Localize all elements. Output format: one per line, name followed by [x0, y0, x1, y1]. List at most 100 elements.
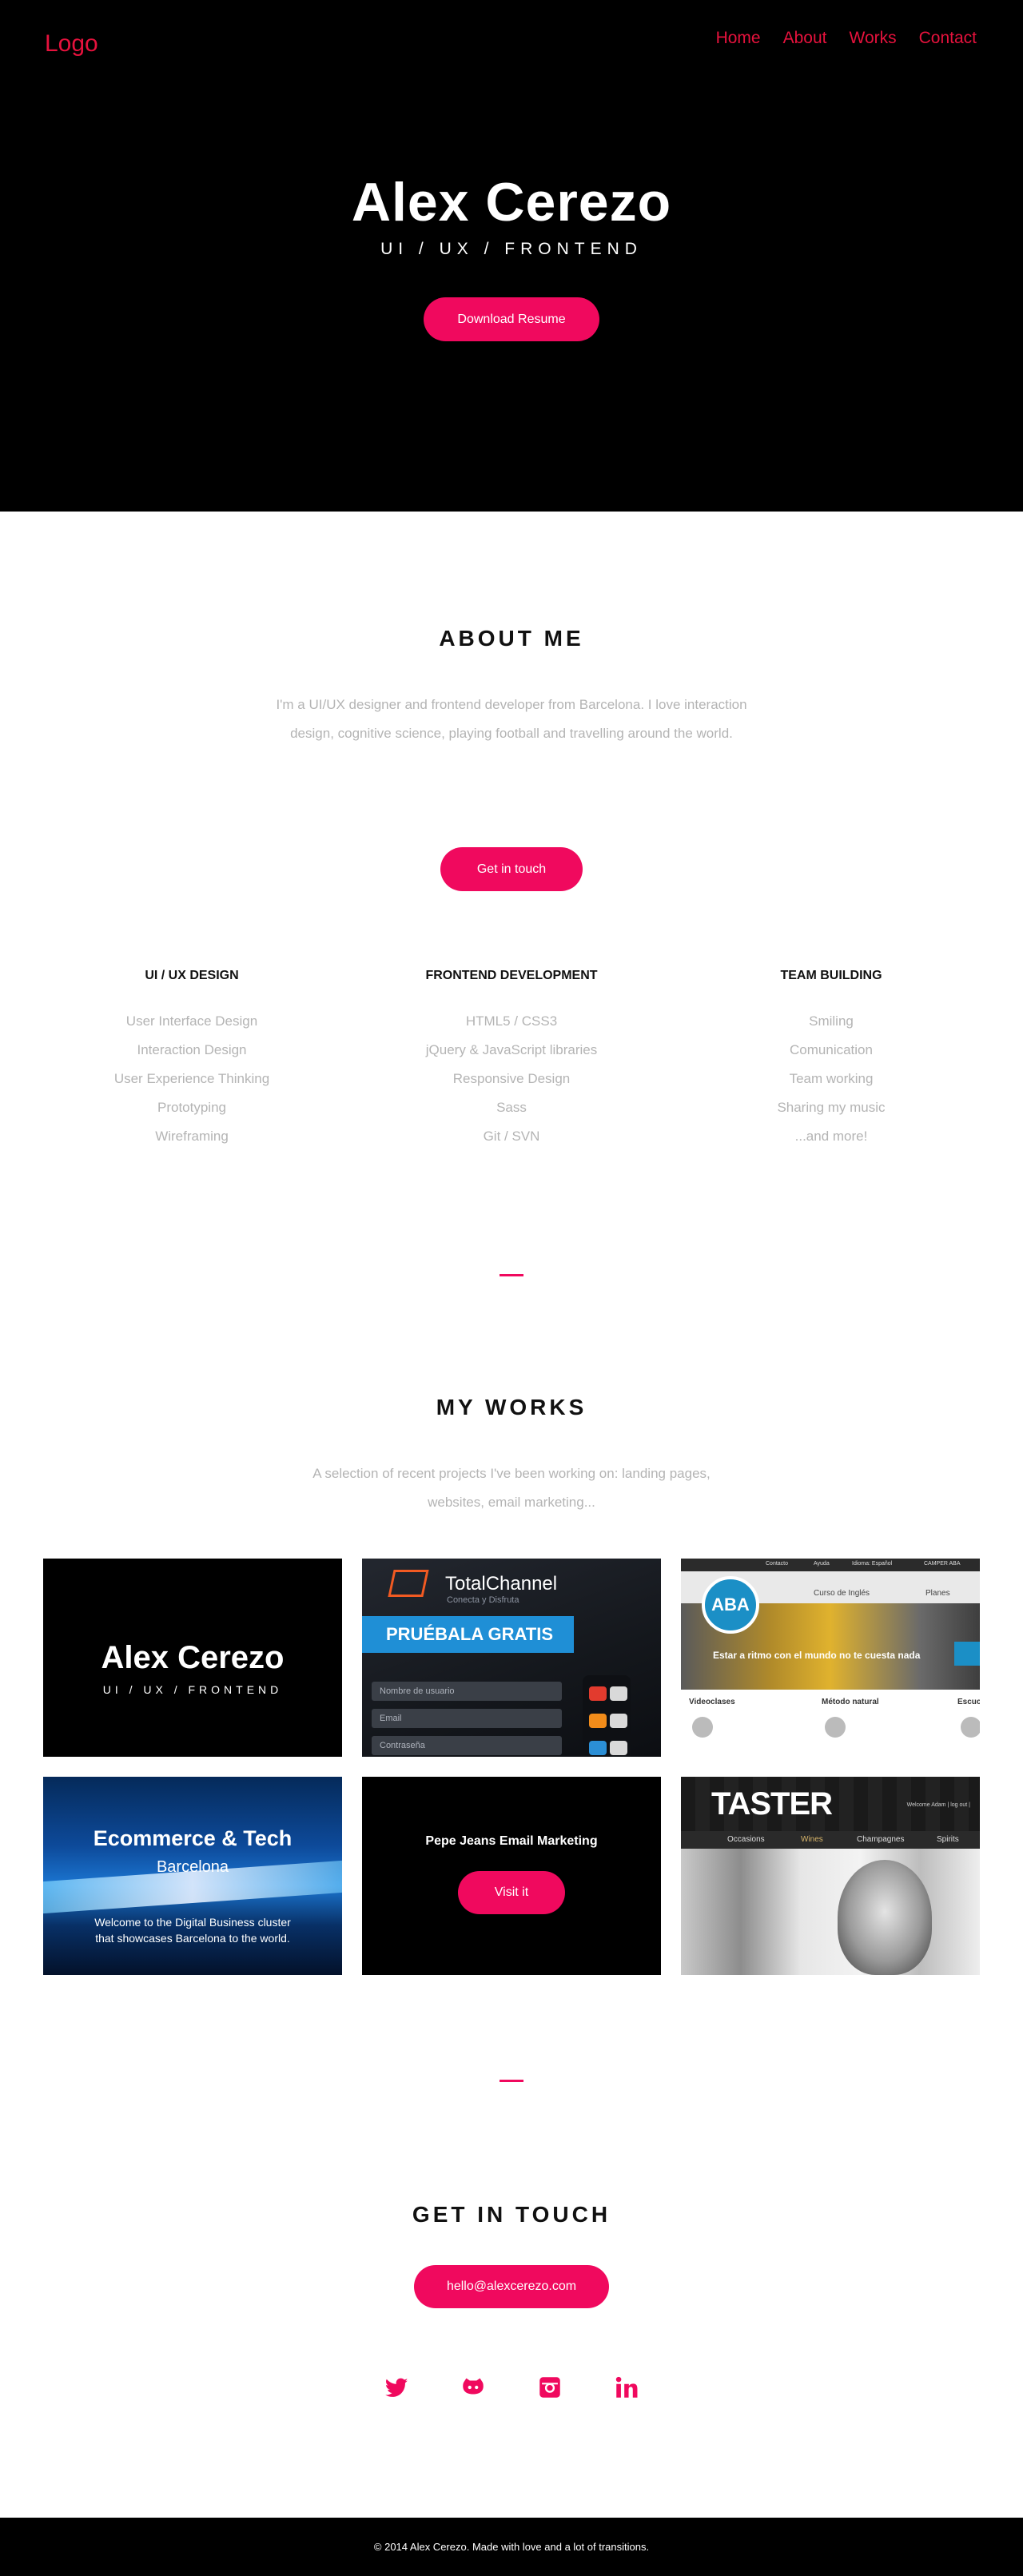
- card-headline: Estar a ritmo con el mundo no te cuesta …: [713, 1650, 921, 1661]
- github-icon[interactable]: [460, 2374, 487, 2401]
- video-icon: [692, 1717, 713, 1738]
- welcome-text: Welcome Adam | log out |: [906, 1802, 970, 1808]
- skill-item: HTML5 / CSS3: [465, 1013, 558, 1029]
- get-in-touch-button[interactable]: Get in touch: [440, 847, 583, 891]
- app-icon: [589, 1686, 607, 1701]
- app-icon: [610, 1741, 627, 1755]
- card-city: Barcelona: [156, 1858, 229, 1876]
- card-description: Welcome to the Digital Business cluster …: [94, 1916, 291, 1945]
- skill-item: Sass: [496, 1100, 527, 1115]
- skill-item: Team working: [789, 1071, 874, 1086]
- menu-item: Planes: [925, 1589, 950, 1598]
- card-banner: PRUÉBALA GRATIS: [362, 1616, 574, 1653]
- card-info-row: Videoclases Método natural Escuc: [681, 1690, 980, 1757]
- blue-tab: [954, 1642, 980, 1666]
- username-field: Nombre de usuario: [372, 1682, 562, 1701]
- skill-column-frontend: FRONTEND DEVELOPMENT HTML5 / CSS3 jQuery…: [352, 969, 671, 1151]
- app-icon: [610, 1714, 627, 1728]
- section-divider: [500, 1274, 523, 1276]
- topbar-link: Idioma: Español: [852, 1561, 893, 1567]
- works-title: MY WORKS: [436, 1395, 587, 1419]
- work-card-portfolio[interactable]: Alex Cerezo UI / UX / FRONTEND: [43, 1559, 342, 1757]
- star-icon: [825, 1717, 846, 1738]
- contact-title: GET IN TOUCH: [412, 2202, 611, 2227]
- app-icons-panel: [583, 1675, 631, 1757]
- tab-champagnes: Champagnes: [857, 1835, 905, 1844]
- skill-item: User Experience Thinking: [113, 1071, 270, 1086]
- skill-item: Sharing my music: [777, 1100, 886, 1115]
- card-title: Ecommerce & Tech: [93, 1826, 293, 1850]
- topbar-link: Contacto: [766, 1561, 789, 1567]
- card-tagline: Conecta y Disfruta: [447, 1595, 519, 1605]
- portrait-photo: [681, 1849, 980, 1975]
- nav-contact[interactable]: Contact: [919, 29, 977, 48]
- social-links: [0, 2374, 1023, 2401]
- work-card-taster[interactable]: TASTER Welcome Adam | log out | Occasion…: [681, 1777, 980, 1975]
- work-card-ecommerce-tech[interactable]: Ecommerce & Tech Barcelona Welcome to th…: [43, 1777, 342, 1975]
- skill-column-uiux: UI / UX DESIGN User Interface Design Int…: [32, 969, 352, 1151]
- mic-icon: [961, 1717, 980, 1738]
- footer-text: © 2014 Alex Cerezo. Made with love and a…: [373, 2541, 650, 2553]
- skill-column-team: TEAM BUILDING Smiling Comunication Team …: [671, 969, 991, 1151]
- tab-spirits: Spirits: [937, 1835, 959, 1844]
- work-card-pepe-jeans[interactable]: Pepe Jeans Email Marketing Visit it: [362, 1777, 661, 1975]
- hero-title: Alex Cerezo: [351, 172, 672, 233]
- skill-item: Smiling: [809, 1013, 854, 1029]
- topbar-link: CAMPER ABA: [924, 1561, 961, 1567]
- info-heading: Escuc: [957, 1698, 980, 1706]
- works-grid: Alex Cerezo UI / UX / FRONTEND TotalChan…: [43, 1559, 980, 1975]
- skill-item: ...and more!: [794, 1129, 868, 1144]
- info-heading: Videoclases: [689, 1698, 735, 1706]
- card-title: Pepe Jeans Email Marketing: [425, 1834, 598, 1848]
- logo[interactable]: Logo: [45, 30, 98, 58]
- tab-wines: Wines: [801, 1835, 823, 1844]
- skill-item: Comunication: [790, 1042, 873, 1057]
- card-brand: TotalChannel: [445, 1573, 558, 1595]
- skill-item: Git / SVN: [483, 1129, 540, 1144]
- about-title: ABOUT ME: [439, 626, 584, 651]
- instagram-icon[interactable]: [536, 2374, 563, 2401]
- app-icon: [589, 1714, 607, 1728]
- skill-heading: FRONTEND DEVELOPMENT: [425, 969, 598, 982]
- card-title: Alex Cerezo: [101, 1640, 285, 1675]
- skill-item: jQuery & JavaScript libraries: [425, 1042, 598, 1057]
- app-icon: [610, 1686, 627, 1701]
- card-subtitle: UI / UX / FRONTEND: [102, 1683, 283, 1696]
- skill-item: Interaction Design: [137, 1042, 247, 1057]
- skills-columns: UI / UX DESIGN User Interface Design Int…: [32, 969, 991, 1151]
- taster-logo: TASTER: [711, 1786, 833, 1822]
- work-card-totalchannel[interactable]: TotalChannel Conecta y Disfruta PRUÉBALA…: [362, 1559, 661, 1757]
- download-resume-button[interactable]: Download Resume: [424, 297, 599, 341]
- main-nav: Home About Works Contact: [716, 29, 977, 48]
- skill-heading: UI / UX DESIGN: [145, 969, 239, 982]
- hero-section: Logo Home About Works Contact Alex Cerez…: [0, 0, 1023, 512]
- about-text: I'm a UI/UX designer and frontend develo…: [276, 697, 747, 741]
- card-tabs: Occasions Wines Champagnes Spirits: [681, 1831, 980, 1849]
- nav-about[interactable]: About: [783, 29, 827, 48]
- skill-item: Prototyping: [157, 1100, 226, 1115]
- aba-badge-logo: ABA: [702, 1576, 759, 1634]
- info-heading: Método natural: [822, 1698, 879, 1706]
- nav-home[interactable]: Home: [716, 29, 761, 48]
- linkedin-icon[interactable]: [613, 2374, 640, 2401]
- works-text: A selection of recent projects I've been…: [312, 1466, 711, 1510]
- app-icon: [589, 1741, 607, 1755]
- totalchannel-logo-icon: [388, 1570, 429, 1597]
- hero-subtitle: UI / UX / FRONTEND: [380, 240, 643, 258]
- face-photo: [838, 1860, 932, 1975]
- menu-item: Curso de Inglés: [814, 1589, 870, 1598]
- email-button[interactable]: hello@alexcerezo.com: [414, 2265, 609, 2308]
- card-topbar: Contacto Ayuda Idioma: Español CAMPER AB…: [681, 1559, 980, 1571]
- visit-it-button[interactable]: Visit it: [458, 1871, 565, 1914]
- work-card-aba-english[interactable]: Contacto Ayuda Idioma: Español CAMPER AB…: [681, 1559, 980, 1757]
- skill-heading: TEAM BUILDING: [780, 969, 882, 982]
- footer: © 2014 Alex Cerezo. Made with love and a…: [0, 2518, 1023, 2576]
- skill-item: User Interface Design: [125, 1013, 258, 1029]
- nav-works[interactable]: Works: [850, 29, 897, 48]
- skill-item: Responsive Design: [452, 1071, 571, 1086]
- tab-occasions: Occasions: [727, 1835, 765, 1844]
- twitter-icon[interactable]: [383, 2374, 410, 2401]
- section-divider: [500, 2080, 523, 2082]
- password-field: Contraseña: [372, 1736, 562, 1755]
- topbar-link: Ayuda: [814, 1561, 830, 1567]
